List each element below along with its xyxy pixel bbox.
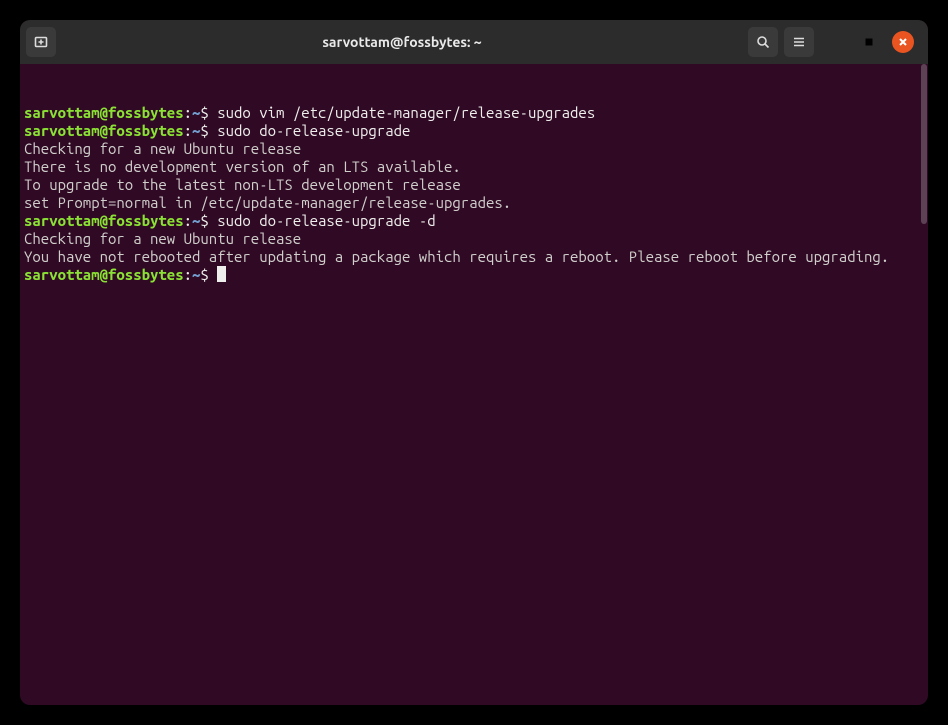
terminal-line: There is no development version of an LT… xyxy=(24,158,924,176)
minimize-button[interactable] xyxy=(828,33,846,51)
prompt-userhost: sarvottam@fossbytes xyxy=(24,212,184,229)
window-controls xyxy=(820,31,922,53)
terminal-line: Checking for a new Ubuntu release xyxy=(24,140,924,158)
prompt-userhost: sarvottam@fossbytes xyxy=(24,122,184,139)
output-text: To upgrade to the latest non-LTS develop… xyxy=(24,176,469,193)
prompt-userhost: sarvottam@fossbytes xyxy=(24,266,184,283)
prompt-symbol: $ xyxy=(200,104,217,121)
terminal-line: To upgrade to the latest non-LTS develop… xyxy=(24,176,924,194)
terminal-line: You have not rebooted after updating a p… xyxy=(24,248,924,266)
command-text: sudo do-release-upgrade -d xyxy=(217,212,435,229)
terminal-line: sarvottam@fossbytes:~$ sudo vim /etc/upd… xyxy=(24,104,924,122)
new-tab-button[interactable] xyxy=(26,27,56,57)
prompt-colon: : xyxy=(184,122,192,139)
output-text: There is no development version of an LT… xyxy=(24,158,461,175)
command-text: sudo do-release-upgrade xyxy=(217,122,410,139)
maximize-icon xyxy=(863,36,875,48)
minimize-icon xyxy=(831,36,843,48)
prompt-symbol: $ xyxy=(200,122,217,139)
scrollbar[interactable] xyxy=(920,64,928,705)
window-title: sarvottam@fossbytes: ~ xyxy=(62,34,742,50)
command-text: sudo vim /etc/update-manager/release-upg… xyxy=(217,104,595,121)
search-button[interactable] xyxy=(748,27,778,57)
terminal-body[interactable]: sarvottam@fossbytes:~$ sudo vim /etc/upd… xyxy=(20,64,928,705)
close-button[interactable] xyxy=(892,31,914,53)
terminal-line: sarvottam@fossbytes:~$ sudo do-release-u… xyxy=(24,212,924,230)
maximize-button[interactable] xyxy=(860,33,878,51)
terminal-line: sarvottam@fossbytes:~$ xyxy=(24,266,924,284)
prompt-symbol: $ xyxy=(200,212,217,229)
prompt-colon: : xyxy=(184,104,192,121)
output-text: You have not rebooted after updating a p… xyxy=(24,248,889,265)
titlebar: sarvottam@fossbytes: ~ xyxy=(20,20,928,64)
terminal-line: set Prompt=normal in /etc/update-manager… xyxy=(24,194,924,212)
prompt-userhost: sarvottam@fossbytes xyxy=(24,104,184,121)
output-text: Checking for a new Ubuntu release xyxy=(24,140,301,157)
prompt-colon: : xyxy=(184,266,192,283)
terminal-line: sarvottam@fossbytes:~$ sudo do-release-u… xyxy=(24,122,924,140)
output-text: set Prompt=normal in /etc/update-manager… xyxy=(24,194,511,211)
new-tab-icon xyxy=(33,34,49,50)
terminal-window: sarvottam@fossbytes: ~ sarvottam@fossbyt… xyxy=(20,20,928,705)
output-text: Checking for a new Ubuntu release xyxy=(24,230,301,247)
prompt-symbol: $ xyxy=(200,266,217,283)
search-icon xyxy=(755,34,771,50)
close-icon xyxy=(897,36,909,48)
terminal-line: Checking for a new Ubuntu release xyxy=(24,230,924,248)
hamburger-icon xyxy=(791,34,807,50)
scrollbar-thumb[interactable] xyxy=(921,64,927,224)
menu-button[interactable] xyxy=(784,27,814,57)
cursor xyxy=(217,266,226,282)
prompt-colon: : xyxy=(184,212,192,229)
